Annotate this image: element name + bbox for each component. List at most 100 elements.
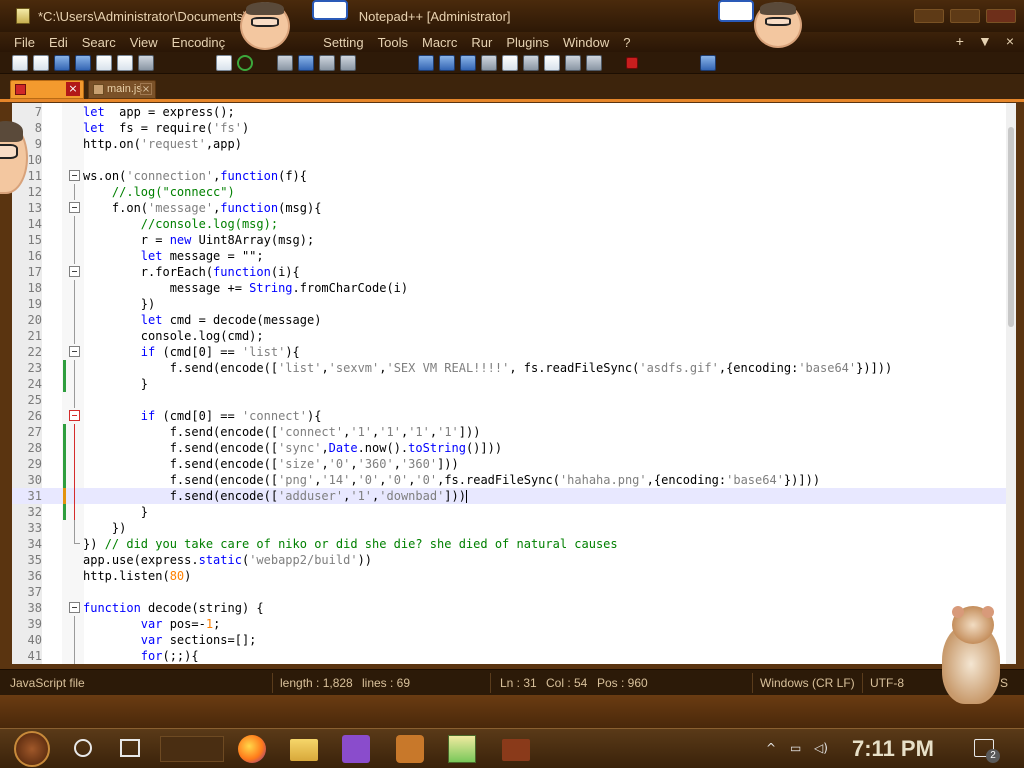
code-line[interactable]: 34}) // did you take care of niko or did… [12,536,1016,552]
close-file-icon[interactable] [96,54,112,71]
code-line[interactable]: 8 let fs = require('fs') [12,120,1016,136]
code-line[interactable]: 39 var pos=-1; [12,616,1016,632]
menu-file[interactable]: File [14,35,35,50]
word-wrap-icon[interactable] [418,54,434,71]
menu-plugins[interactable]: Plugins [506,35,549,50]
code-line[interactable]: 9 http.on('request',app) [12,136,1016,152]
fold-toggle-icon[interactable] [69,602,80,613]
folder-as-workspace-icon[interactable] [523,54,539,71]
code-line[interactable]: 31 f.send(encode(['adduser','1','downbad… [12,488,1016,504]
code-line[interactable]: 22 if (cmd[0] == 'list'){ [12,344,1016,360]
notepad-plus-plus-taskbar-icon[interactable] [448,735,476,763]
zoom-in-icon[interactable] [319,54,335,71]
fold-toggle-icon[interactable] [69,202,80,213]
code-line[interactable]: 38 function decode(string) { [12,600,1016,616]
close-document-button[interactable]: × [1006,33,1014,49]
code-line[interactable]: 26 if (cmd[0] == 'connect'){ [12,408,1016,424]
code-line[interactable]: 20 let cmd = decode(message) [12,312,1016,328]
replace-icon[interactable] [298,54,314,71]
code-line[interactable]: 25 [12,392,1016,408]
zoom-out-icon[interactable] [340,54,356,71]
show-hidden-icons-icon[interactable]: ^ [766,741,776,755]
cortana-icon[interactable] [74,739,92,757]
code-line[interactable]: 12 //.log("connecc") [12,184,1016,200]
fold-toggle-icon[interactable] [69,410,80,421]
file-encoding[interactable]: UTF-8 [870,676,904,690]
vertical-scrollbar[interactable] [1006,103,1016,664]
fold-toggle-icon[interactable] [69,170,80,181]
maximize-button[interactable] [950,9,980,23]
code-line[interactable]: 37 [12,584,1016,600]
code-line[interactable]: 21 console.log(cmd); [12,328,1016,344]
code-line[interactable]: 13 f.on('message',function(msg){ [12,200,1016,216]
code-line[interactable]: 36 http.listen(80) [12,568,1016,584]
new-tab-button[interactable]: + [956,33,964,49]
code-line[interactable]: 18 message += String.fromCharCode(i) [12,280,1016,296]
code-line[interactable]: 15 r = new Uint8Array(msg); [12,232,1016,248]
menu-tools[interactable]: Tools [378,35,408,50]
code-line[interactable]: 30 f.send(encode(['png','14','0','0','0'… [12,472,1016,488]
indent-guide-icon[interactable] [460,54,476,71]
code-line[interactable]: 32 } [12,504,1016,520]
redo-icon[interactable] [237,54,253,71]
code-line[interactable]: 19 }) [12,296,1016,312]
close-tab-icon[interactable]: × [140,83,152,95]
tab-active-document[interactable]: × [10,80,84,99]
open-file-icon[interactable] [33,54,49,71]
code-line[interactable]: 40 var sections=[]; [12,632,1016,648]
code-line[interactable]: 14 //console.log(msg); [12,216,1016,232]
code-line[interactable]: 16 let message = ""; [12,248,1016,264]
function-list-icon[interactable] [502,54,518,71]
menu-macro[interactable]: Macrc [422,35,457,50]
monitoring-icon[interactable] [565,54,581,71]
close-window-button[interactable] [986,9,1016,23]
app-taskbar-icon[interactable] [502,739,530,761]
menu-edit[interactable]: Edi [49,35,68,50]
eye-icon[interactable] [586,54,602,71]
code-line[interactable]: 33 }) [12,520,1016,536]
code-line[interactable]: 24 } [12,376,1016,392]
tab-main-js[interactable]: main.js × [88,80,156,99]
tab-list-dropdown[interactable]: ▼ [978,33,992,49]
code-line[interactable]: 23 f.send(encode(['list','sexvm','SEX VM… [12,360,1016,376]
fold-toggle-icon[interactable] [69,266,80,277]
document-map-icon[interactable] [481,54,497,71]
game-app-icon[interactable] [396,735,424,763]
taskbar-search-box[interactable] [160,736,224,762]
paste-icon[interactable] [216,54,232,71]
fold-toggle-icon[interactable] [69,346,80,357]
close-tab-icon[interactable]: × [66,82,80,96]
network-icon[interactable]: ▭ [790,741,801,755]
show-all-characters-icon[interactable] [439,54,455,71]
menu-encoding[interactable]: Encodinç [172,35,225,50]
task-view-icon[interactable] [120,739,140,757]
start-button-icon[interactable] [14,731,50,767]
visual-studio-icon[interactable] [342,735,370,763]
code-line[interactable]: 35 app.use(express.static('webapp2/build'… [12,552,1016,568]
code-line[interactable]: 7 let app = express(); [12,104,1016,120]
menu-settings[interactable]: Setting [323,35,363,50]
taskbar-clock[interactable]: 7:11 PM [852,736,934,762]
print-icon[interactable] [138,54,154,71]
save-all-icon[interactable] [75,54,91,71]
new-file-icon[interactable] [12,54,28,71]
run-macro-multiple-icon[interactable] [700,54,716,71]
find-icon[interactable] [277,54,293,71]
code-line[interactable]: 29 f.send(encode(['size','0','360','360'… [12,456,1016,472]
menu-window[interactable]: Window [563,35,609,50]
firefox-icon[interactable] [238,735,266,763]
menu-help[interactable]: ? [623,35,630,50]
line-ending[interactable]: Windows (CR LF) [760,676,855,690]
code-line[interactable]: 17 r.forEach(function(i){ [12,264,1016,280]
user-defined-language-icon[interactable] [544,54,560,71]
code-editor[interactable]: 7 let app = express(); 8 let fs = require('… [12,103,1016,664]
record-macro-icon[interactable] [626,56,638,69]
code-line[interactable]: 41 for(;;){ [12,648,1016,664]
scrollbar-thumb[interactable] [1008,127,1014,327]
menu-search[interactable]: Searc [82,35,116,50]
save-icon[interactable] [54,54,70,71]
volume-icon[interactable]: ◁) [814,741,828,755]
code-line[interactable]: 11 ws.on('connection',function(f){ [12,168,1016,184]
menu-view[interactable]: View [130,35,158,50]
menu-run[interactable]: Rur [471,35,492,50]
